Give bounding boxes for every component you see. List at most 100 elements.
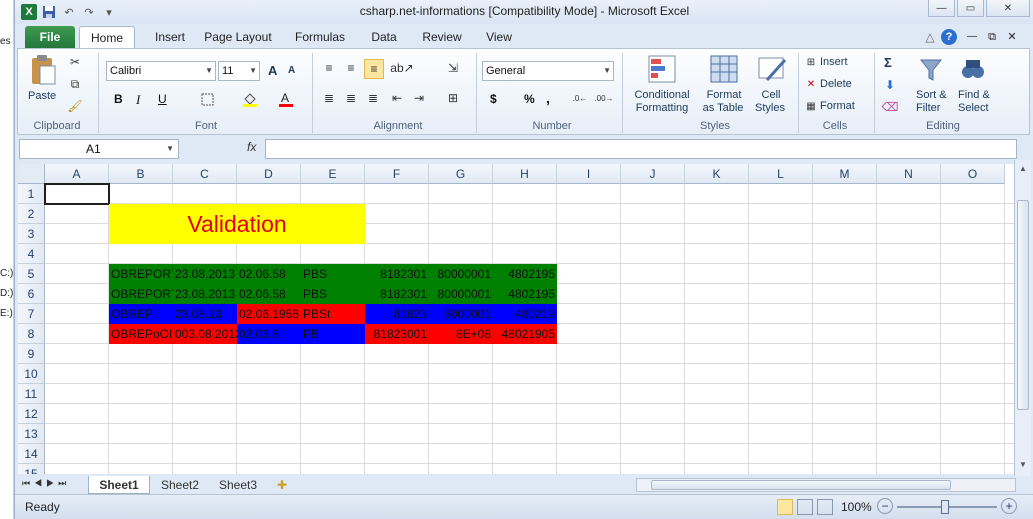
comma-button[interactable]: , — [546, 90, 550, 106]
delete-cells-icon[interactable]: ✕ — [804, 77, 818, 91]
validation-title[interactable]: Validation — [109, 204, 365, 244]
row-header[interactable]: 1 — [18, 184, 45, 204]
delete-button[interactable]: Delete — [820, 78, 852, 90]
data-cell[interactable]: 4802195 — [493, 264, 557, 284]
column-header[interactable]: E — [301, 164, 365, 184]
name-box[interactable]: A1 ▼ — [19, 139, 179, 159]
column-header[interactable]: O — [941, 164, 1005, 184]
workbook-restore-icon[interactable]: ⧉ — [985, 26, 999, 48]
align-top-icon[interactable]: ≡ — [320, 59, 338, 77]
sheet-tab-sheet2[interactable]: Sheet2 — [152, 476, 208, 494]
format-cells-icon[interactable]: ▦ — [804, 99, 818, 113]
font-color-icon[interactable]: A — [276, 89, 296, 109]
row-header[interactable]: 13 — [18, 424, 45, 444]
paste-button[interactable]: Paste — [28, 90, 56, 102]
data-cell[interactable]: PB — [301, 324, 365, 344]
tab-home[interactable]: Home — [79, 26, 135, 48]
data-cell[interactable]: 4802195 — [493, 284, 557, 304]
data-cell[interactable]: 23.08.2013 — [173, 264, 237, 284]
tab-formulas[interactable]: Formulas — [291, 26, 349, 48]
scroll-up-icon[interactable]: ▲ — [1018, 164, 1028, 174]
scroll-thumb[interactable] — [1017, 200, 1029, 410]
fill-color-icon[interactable] — [240, 89, 260, 109]
increase-decimal-icon[interactable]: .0← — [570, 89, 590, 107]
conditional-formatting-label[interactable]: Conditional — [628, 89, 696, 101]
borders-icon[interactable] — [198, 91, 216, 107]
paste-icon[interactable] — [28, 53, 58, 87]
column-header[interactable]: A — [45, 164, 109, 184]
data-cell[interactable]: 8E+08 — [429, 324, 493, 344]
insert-function-button[interactable]: fx — [247, 140, 256, 154]
tab-review[interactable]: Review — [419, 26, 465, 48]
wrap-text-icon[interactable]: ⇲ — [444, 59, 462, 77]
data-cell[interactable]: 02.06.58 — [237, 284, 301, 304]
underline-button[interactable]: U — [158, 92, 167, 106]
insert-button[interactable]: Insert — [820, 56, 848, 68]
horizontal-scrollbar[interactable] — [636, 478, 1016, 492]
tab-data[interactable]: Data — [367, 26, 401, 48]
select-all-corner[interactable] — [18, 164, 45, 184]
column-header[interactable]: H — [493, 164, 557, 184]
format-as-table-label[interactable]: Format — [702, 89, 746, 101]
data-cell[interactable]: 02.06.8 — [237, 324, 301, 344]
page-break-view-icon[interactable] — [817, 499, 833, 515]
font-name-combo[interactable]: Calibri ▼ — [106, 61, 216, 81]
sheet-tab-sheet3[interactable]: Sheet3 — [210, 476, 266, 494]
autosum-button[interactable]: Σ — [884, 55, 892, 70]
data-cell[interactable]: 81823 — [365, 304, 429, 324]
sort-filter-icon[interactable] — [916, 55, 946, 85]
data-cell[interactable]: 48021905 — [493, 324, 557, 344]
merge-center-icon[interactable]: ⊞ — [442, 89, 464, 107]
zoom-in-icon[interactable]: + — [1001, 498, 1017, 514]
sort-filter-label[interactable]: Filter — [916, 102, 940, 114]
align-center-icon[interactable]: ≣ — [342, 89, 360, 107]
row-header[interactable]: 4 — [18, 244, 45, 264]
data-cell[interactable]: 02.06.58 — [237, 264, 301, 284]
h-scroll-thumb[interactable] — [651, 480, 951, 490]
data-cell[interactable]: OBREPORT — [109, 284, 173, 304]
data-cell[interactable]: PBS — [301, 264, 365, 284]
column-header[interactable]: F — [365, 164, 429, 184]
column-header[interactable]: N — [877, 164, 941, 184]
cell-styles-icon[interactable] — [756, 53, 788, 85]
column-header[interactable]: C — [173, 164, 237, 184]
shrink-font-button[interactable]: A — [288, 65, 295, 76]
currency-button[interactable]: $ — [490, 92, 497, 106]
formula-input[interactable] — [265, 139, 1017, 159]
sort-filter-label[interactable]: Sort & — [916, 89, 947, 101]
insert-cells-icon[interactable]: ⊞ — [804, 55, 818, 69]
tab-insert[interactable]: Insert — [145, 26, 195, 48]
data-cell[interactable]: 81823001 — [365, 324, 429, 344]
data-cell[interactable]: 003.08.2013 — [173, 324, 237, 344]
conditional-formatting-icon[interactable] — [646, 53, 678, 85]
minimize-button[interactable]: — — [928, 0, 955, 17]
align-middle-icon[interactable]: ≡ — [342, 59, 360, 77]
grow-font-button[interactable]: A — [268, 63, 277, 78]
row-header[interactable]: 15 — [18, 464, 45, 474]
column-header[interactable]: B — [109, 164, 173, 184]
column-header[interactable]: L — [749, 164, 813, 184]
conditional-formatting-label[interactable]: Formatting — [628, 102, 696, 114]
align-left-icon[interactable]: ≣ — [320, 89, 338, 107]
sheet-tab-sheet1[interactable]: Sheet1 — [88, 476, 150, 494]
data-cell[interactable]: 480219 — [493, 304, 557, 324]
maximize-button[interactable]: ▭ — [957, 0, 984, 17]
data-cell[interactable]: OBREP — [109, 304, 173, 324]
find-select-label[interactable]: Find & — [958, 89, 990, 101]
row-header[interactable]: 7 — [18, 304, 45, 324]
data-cell[interactable]: 80000001 — [429, 264, 493, 284]
page-layout-view-icon[interactable] — [797, 499, 813, 515]
column-header[interactable]: K — [685, 164, 749, 184]
row-header[interactable]: 11 — [18, 384, 45, 404]
workbook-minimize-icon[interactable]: — — [965, 26, 979, 48]
row-header[interactable]: 5 — [18, 264, 45, 284]
row-header[interactable]: 12 — [18, 404, 45, 424]
vertical-scrollbar[interactable]: ▲ ▼ — [1014, 160, 1031, 476]
row-header[interactable]: 2 — [18, 204, 45, 224]
row-header[interactable]: 9 — [18, 344, 45, 364]
row-header[interactable]: 14 — [18, 444, 45, 464]
zoom-level[interactable]: 100% — [841, 500, 872, 514]
decrease-decimal-icon[interactable]: .00→ — [594, 89, 614, 107]
sheet-nav-icons[interactable]: ⏮◀▶⏭ — [22, 478, 70, 489]
format-as-table-label[interactable]: as Table — [698, 102, 748, 114]
